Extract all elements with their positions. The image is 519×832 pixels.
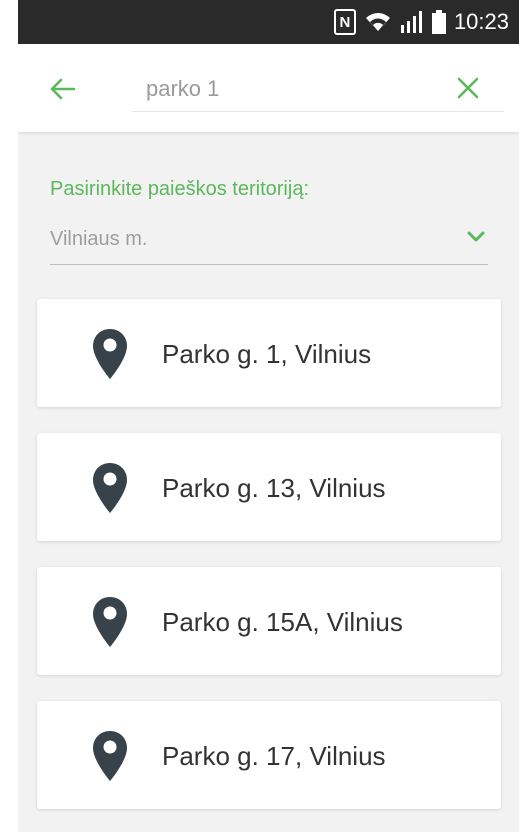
battery-icon	[431, 10, 446, 34]
signal-icon	[400, 11, 422, 33]
status-bar: N 10:23	[18, 0, 519, 44]
location-pin-icon	[93, 329, 127, 379]
nfc-icon: N	[333, 9, 356, 35]
chevron-down-icon[interactable]	[466, 230, 486, 244]
result-item[interactable]: Parko g. 15A, Vilnius	[37, 567, 501, 675]
result-label: Parko g. 15A, Vilnius	[162, 607, 403, 637]
location-pin-icon	[93, 597, 127, 647]
result-item[interactable]: Parko g. 17, Vilnius	[37, 701, 501, 809]
result-item[interactable]: Parko g. 13, Vilnius	[37, 433, 501, 541]
result-item[interactable]: Parko g. 1, Vilnius	[37, 299, 501, 407]
result-label: Parko g. 1, Vilnius	[162, 339, 372, 369]
app-screen: N 10:23 parko 1 Pasirinkite paieškos ter…	[18, 0, 519, 832]
location-pin-icon	[93, 463, 127, 513]
result-label: Parko g. 13, Vilnius	[162, 473, 386, 503]
search-input[interactable]	[132, 66, 504, 112]
arrow-left-icon[interactable]	[48, 74, 78, 104]
territory-label: Pasirinkite paieškos teritoriją:	[50, 178, 309, 200]
close-icon[interactable]	[456, 76, 480, 100]
status-time: 10:23	[453, 9, 509, 34]
territory-dropdown[interactable]: Vilniaus m.	[50, 218, 488, 265]
territory-selected-value: Vilniaus m.	[50, 228, 148, 250]
status-icons: N 10:23	[333, 0, 509, 44]
result-label: Parko g. 17, Vilnius	[162, 741, 386, 771]
search-toolbar	[18, 44, 519, 132]
wifi-icon	[365, 13, 390, 31]
location-pin-icon	[93, 731, 127, 781]
